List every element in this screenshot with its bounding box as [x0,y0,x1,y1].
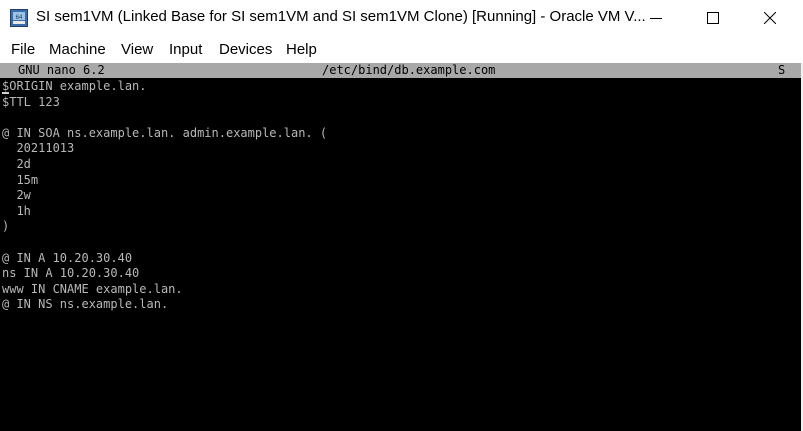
editor-line[interactable]: 2w [2,188,799,204]
text-cursor [2,79,9,94]
nano-header-bar: GNU nano 6.2 /etc/bind/db.example.com S [0,63,801,78]
editor-line[interactable]: www IN CNAME example.lan. [2,282,799,298]
nano-status-flag: S [778,63,786,77]
maximize-icon [707,11,719,24]
menu-bar: File Machine View Input Devices Help [0,36,803,63]
editor-line[interactable]: ) [2,219,799,235]
nano-version: GNU nano 6.2 [18,63,105,77]
editor-line[interactable]: @ IN SOA ns.example.lan. admin.example.l… [2,126,799,142]
menu-input[interactable]: Input [169,41,202,58]
editor-buffer[interactable]: $ORIGIN example.lan. $TTL 123 @ IN SOA n… [2,79,799,313]
editor-line[interactable] [2,110,799,126]
nano-filename: /etc/bind/db.example.com [322,63,496,77]
editor-line[interactable]: 15m [2,173,799,189]
svg-text:64: 64 [16,15,23,21]
editor-line[interactable]: @ IN NS ns.example.lan. [2,297,799,313]
editor-line[interactable]: 1h [2,204,799,220]
maximize-button[interactable] [690,0,736,35]
title-bar[interactable]: 64 SI sem1VM (Linked Base for SI sem1VM … [0,0,803,35]
editor-line[interactable]: @ IN A 10.20.30.40 [2,251,799,267]
window-title: SI sem1VM (Linked Base for SI sem1VM and… [36,8,646,25]
menu-devices[interactable]: Devices [219,41,272,58]
editor-line[interactable]: ns IN A 10.20.30.40 [2,266,799,282]
virtualbox-window: 64 SI sem1VM (Linked Base for SI sem1VM … [0,0,803,431]
minimize-button[interactable] [633,0,679,35]
menu-file[interactable]: File [11,41,35,58]
close-button[interactable] [747,0,793,35]
virtualbox-icon[interactable]: 64 [10,9,28,27]
menu-help[interactable]: Help [286,41,317,58]
menu-view[interactable]: View [121,41,153,58]
editor-line[interactable] [2,235,799,251]
vm-display[interactable]: GNU nano 6.2 /etc/bind/db.example.com S … [0,63,803,431]
editor-line[interactable]: 20211013 [2,141,799,157]
editor-line[interactable]: 2d [2,157,799,173]
editor-line[interactable]: $ORIGIN example.lan. [2,79,799,95]
menu-machine[interactable]: Machine [49,41,106,58]
close-icon [764,11,776,24]
editor-line[interactable]: $TTL 123 [2,95,799,111]
minimize-icon [650,17,662,19]
